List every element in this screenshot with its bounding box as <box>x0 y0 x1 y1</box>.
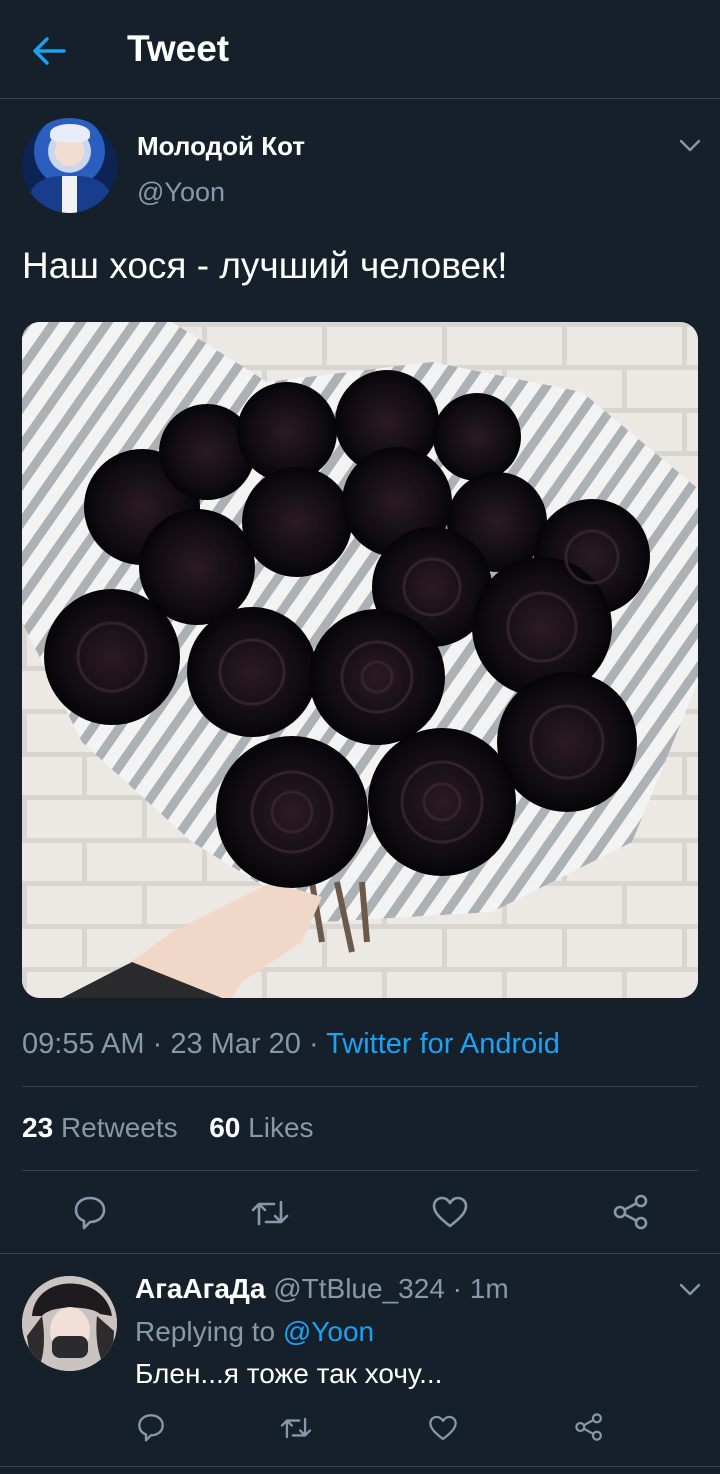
reply-icon[interactable] <box>136 1412 166 1442</box>
divider <box>0 1253 720 1254</box>
arrow-left-icon[interactable] <box>30 32 68 70</box>
tweet-date: 23 Mar 20 <box>170 1028 301 1060</box>
retweets-label: Retweets <box>60 1112 178 1143</box>
likes-label: Likes <box>248 1112 314 1143</box>
retweet-icon[interactable] <box>279 1414 313 1442</box>
share-icon[interactable] <box>574 1412 604 1442</box>
replying-to-line: Replying to @Yoon <box>135 1316 374 1348</box>
author-handle[interactable]: @Yoon <box>137 177 225 208</box>
author-name[interactable]: Молодой Кот <box>137 131 305 162</box>
reply-icon[interactable] <box>72 1194 108 1230</box>
chevron-down-icon[interactable] <box>677 1276 703 1302</box>
reply-time: 1m <box>469 1273 509 1304</box>
tweet-source-link[interactable]: Twitter for Android <box>326 1028 560 1060</box>
reply-text: Блен...я тоже так хочу... <box>135 1358 443 1389</box>
mention-link[interactable]: @Yoon <box>283 1316 374 1347</box>
likes-count: 60 <box>209 1112 241 1143</box>
replying-to-label: Replying to <box>135 1316 276 1347</box>
page-title: Tweet <box>127 28 230 69</box>
tweet-text: Наш хося - лучший человек! <box>22 245 508 286</box>
divider <box>0 1466 720 1467</box>
top-bar: Tweet <box>0 0 720 99</box>
retweets-count: 23 <box>22 1112 54 1143</box>
like-icon[interactable] <box>431 1195 469 1229</box>
tweet-time: 09:55 AM <box>22 1028 145 1060</box>
roses-bouquet-image <box>22 322 698 998</box>
reply-author-avatar[interactable] <box>22 1276 117 1371</box>
tweet-photo[interactable] <box>22 322 698 998</box>
tweet-stats: 23 Retweets 60 Likes <box>22 1112 314 1144</box>
tweet-meta: 09:55 AM · 23 Mar 20 · Twitter for Andro… <box>22 1028 560 1061</box>
retweet-icon[interactable] <box>250 1196 290 1230</box>
reply-author-handle[interactable]: @TtBlue_324 <box>273 1273 445 1304</box>
likes-stat[interactable]: 60 Likes <box>209 1112 313 1143</box>
meta-separator: · <box>308 1028 327 1060</box>
like-icon[interactable] <box>428 1414 458 1442</box>
meta-separator: · <box>152 1028 171 1060</box>
divider <box>22 1086 698 1087</box>
retweets-stat[interactable]: 23 Retweets <box>22 1112 178 1143</box>
meta-separator: · <box>452 1273 470 1304</box>
reply-header: АгаАгаДа @TtBlue_324 · 1m <box>135 1273 509 1305</box>
divider <box>22 1170 698 1171</box>
reply-author-name[interactable]: АгаАгаДа <box>135 1273 265 1304</box>
author-avatar[interactable] <box>22 118 117 213</box>
chevron-down-icon[interactable] <box>677 132 703 158</box>
share-icon[interactable] <box>612 1194 650 1230</box>
